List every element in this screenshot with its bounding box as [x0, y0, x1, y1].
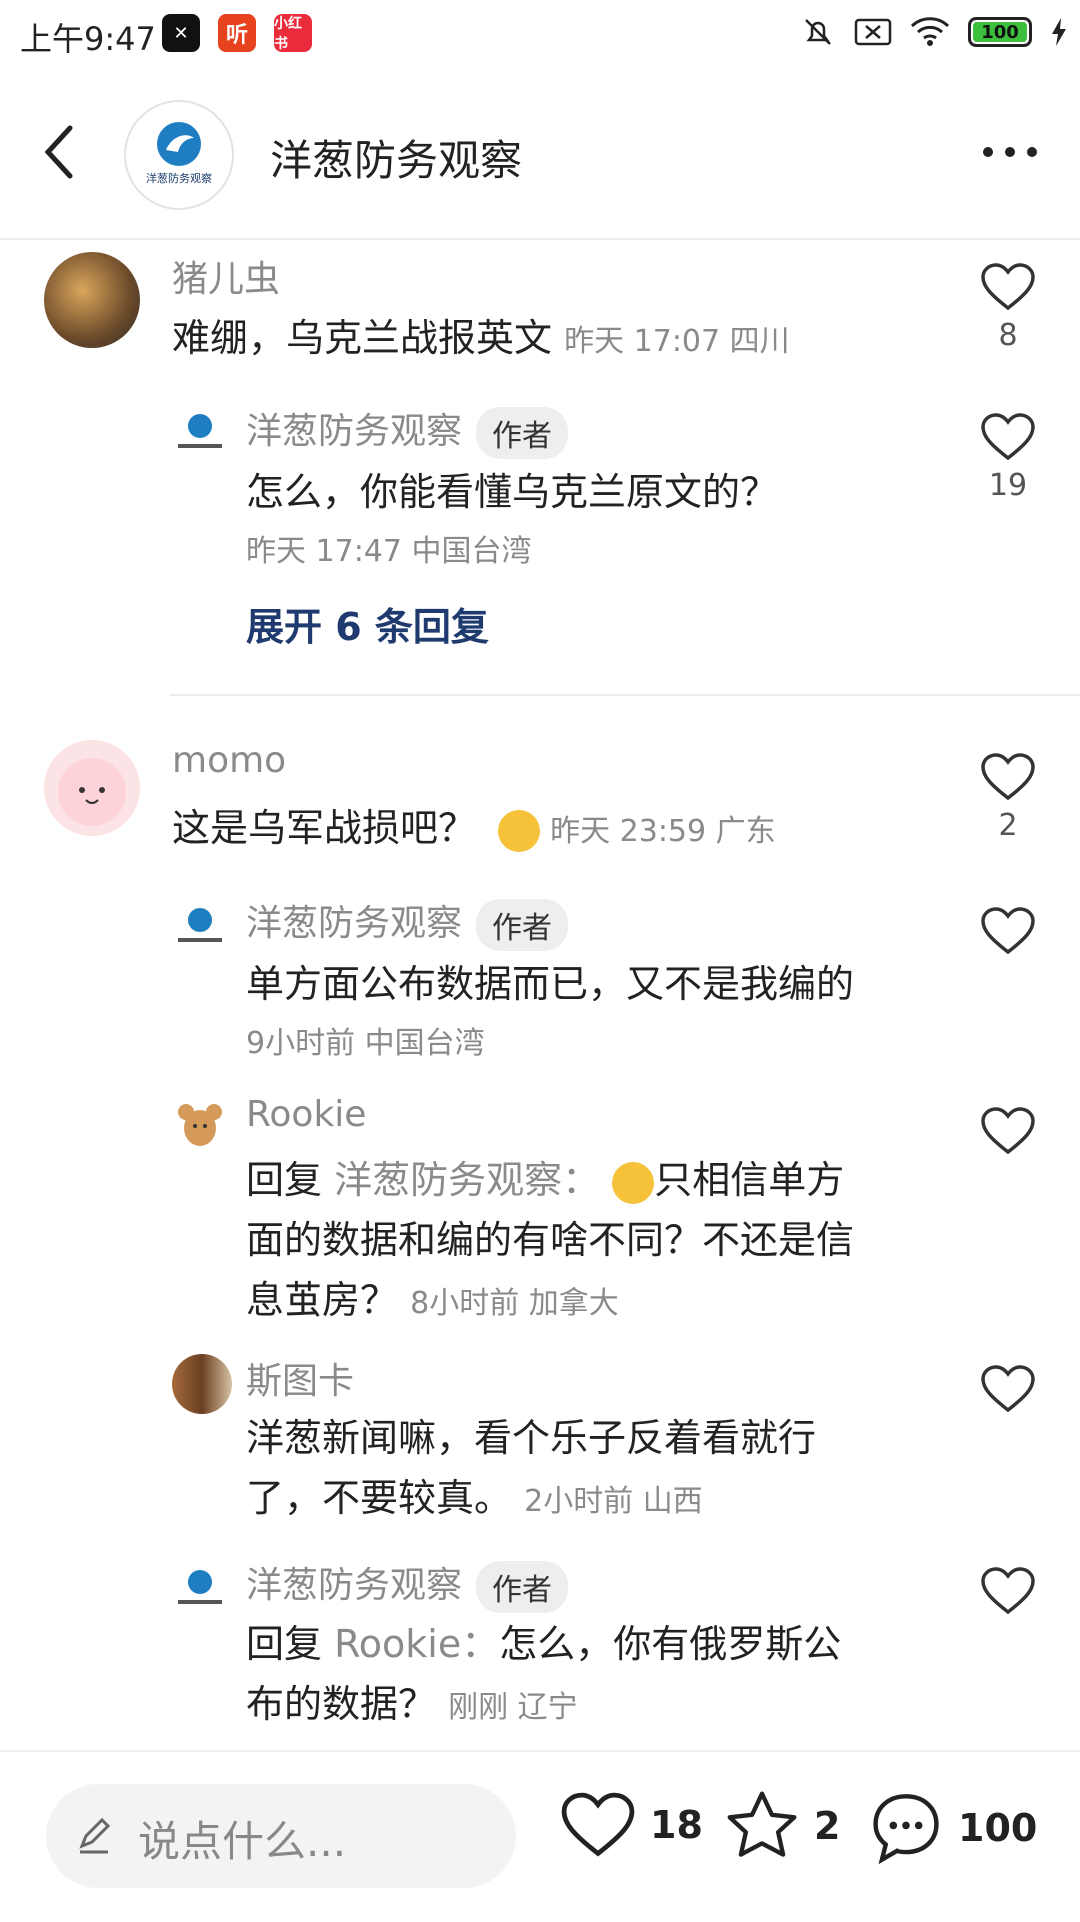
commenter-name[interactable]: momo [172, 740, 286, 781]
like-button[interactable] [976, 1364, 1040, 1414]
comment-bubble-icon [873, 1794, 939, 1865]
avatar[interactable] [172, 404, 228, 460]
comment-count: 100 [958, 1806, 1038, 1850]
like-count: 19 [988, 468, 1028, 503]
expand-replies-link[interactable]: 展开 6 条回复 [246, 596, 489, 651]
account-logo[interactable]: 洋葱防务观察 [124, 100, 234, 210]
author-badge: 作者 [476, 899, 569, 951]
bottom-action-bar: 说点什么... 18 2 100 [0, 1750, 1080, 1922]
comment-meta: 9小时前 中国台湾 [246, 1026, 485, 1061]
heart-icon [981, 753, 1035, 801]
xiaohongshu-app-icon: 小红书 [274, 14, 312, 52]
favorite-count: 2 [814, 1804, 841, 1848]
favorite-button[interactable]: 2 [724, 1790, 840, 1862]
commenter-name[interactable]: 洋葱防务观察 作者 [246, 402, 569, 459]
like-button[interactable] [976, 1106, 1040, 1156]
avatar[interactable] [172, 1560, 228, 1616]
like-count: 2 [998, 808, 1018, 843]
heart-icon [981, 1567, 1035, 1615]
avatar[interactable] [172, 898, 228, 954]
pencil-icon [79, 1817, 111, 1854]
comment-text: 这是乌军战损吧？ 昨天 23:59 广东 [172, 806, 776, 852]
battery-indicator: 100 [968, 17, 1032, 47]
listen-app-icon: 听 [218, 14, 256, 52]
svg-text:洋葱防务观察: 洋葱防务观察 [146, 171, 212, 185]
heart-icon [981, 263, 1035, 311]
heart-icon [561, 1792, 635, 1857]
status-time: 上午9:47 [20, 20, 156, 58]
emoji-icon [498, 809, 541, 852]
like-count: 8 [998, 318, 1018, 353]
comment-text: 回复 Rookie：怎么，你有俄罗斯公 布的数据？ 刚刚 辽宁 [246, 1622, 842, 1726]
header: 洋葱防务观察 洋葱防务观察 [0, 72, 1080, 240]
heart-icon [981, 1365, 1035, 1413]
comment-input[interactable]: 说点什么... [46, 1784, 516, 1888]
capcut-app-icon: ✕ [162, 14, 200, 52]
divider [170, 694, 1080, 696]
comment-text: 回复 洋葱防务观察： 只相信单方 面的数据和编的有啥不同？不还是信 息茧房？ 8… [246, 1158, 855, 1322]
commenter-name[interactable]: 洋葱防务观察 作者 [246, 894, 569, 951]
comment-text: 怎么，你能看懂乌克兰原文的？ [246, 470, 779, 514]
comment-text: 洋葱新闻嘛，看个乐子反着看就行 了，不要较真。 2小时前 山西 [246, 1416, 817, 1520]
commenter-name[interactable]: 洋葱防务观察 作者 [246, 1556, 569, 1613]
avatar[interactable] [44, 740, 140, 836]
more-options-icon[interactable] [980, 142, 1040, 162]
author-badge: 作者 [476, 1561, 569, 1613]
comment-meta: 昨天 17:47 中国台湾 [246, 534, 532, 569]
heart-icon [981, 413, 1035, 461]
comment-button[interactable]: 100 [868, 1790, 1037, 1866]
comment-text: 难绷，乌克兰战报英文 昨天 17:07 四川 [172, 316, 790, 360]
wifi-icon [910, 17, 950, 46]
page-title: 洋葱防务观察 [270, 136, 523, 185]
post-like-count: 18 [650, 1803, 703, 1847]
like-button[interactable]: 8 [976, 262, 1040, 353]
like-button[interactable] [976, 906, 1040, 956]
no-sim-icon [854, 18, 892, 46]
like-post-button[interactable]: 18 [560, 1790, 703, 1860]
heart-icon [981, 1107, 1035, 1155]
emoji-icon [612, 1161, 655, 1204]
onion-defense-logo-icon: 洋葱防务观察 [146, 122, 212, 185]
like-button[interactable]: 2 [976, 752, 1040, 843]
charging-icon [1052, 18, 1066, 46]
commenter-name[interactable]: 斯图卡 [246, 1352, 354, 1404]
heart-icon [981, 907, 1035, 955]
star-icon [727, 1791, 797, 1857]
mute-bell-icon [805, 19, 831, 45]
like-button[interactable]: 19 [976, 412, 1040, 503]
avatar[interactable] [172, 1354, 232, 1414]
status-bar: 上午9:47 ✕ 听 小红书 100 [0, 0, 1080, 72]
commenter-name[interactable]: 猪儿虫 [172, 250, 280, 302]
commenter-name[interactable]: Rookie [246, 1094, 366, 1135]
comment-text: 单方面公布数据而已，又不是我编的 [246, 962, 855, 1006]
comment-placeholder: 说点什么... [138, 1817, 347, 1866]
author-badge: 作者 [476, 407, 569, 459]
back-icon[interactable] [40, 122, 80, 182]
avatar[interactable] [172, 1098, 228, 1154]
avatar[interactable] [44, 252, 140, 348]
like-button[interactable] [976, 1566, 1040, 1616]
